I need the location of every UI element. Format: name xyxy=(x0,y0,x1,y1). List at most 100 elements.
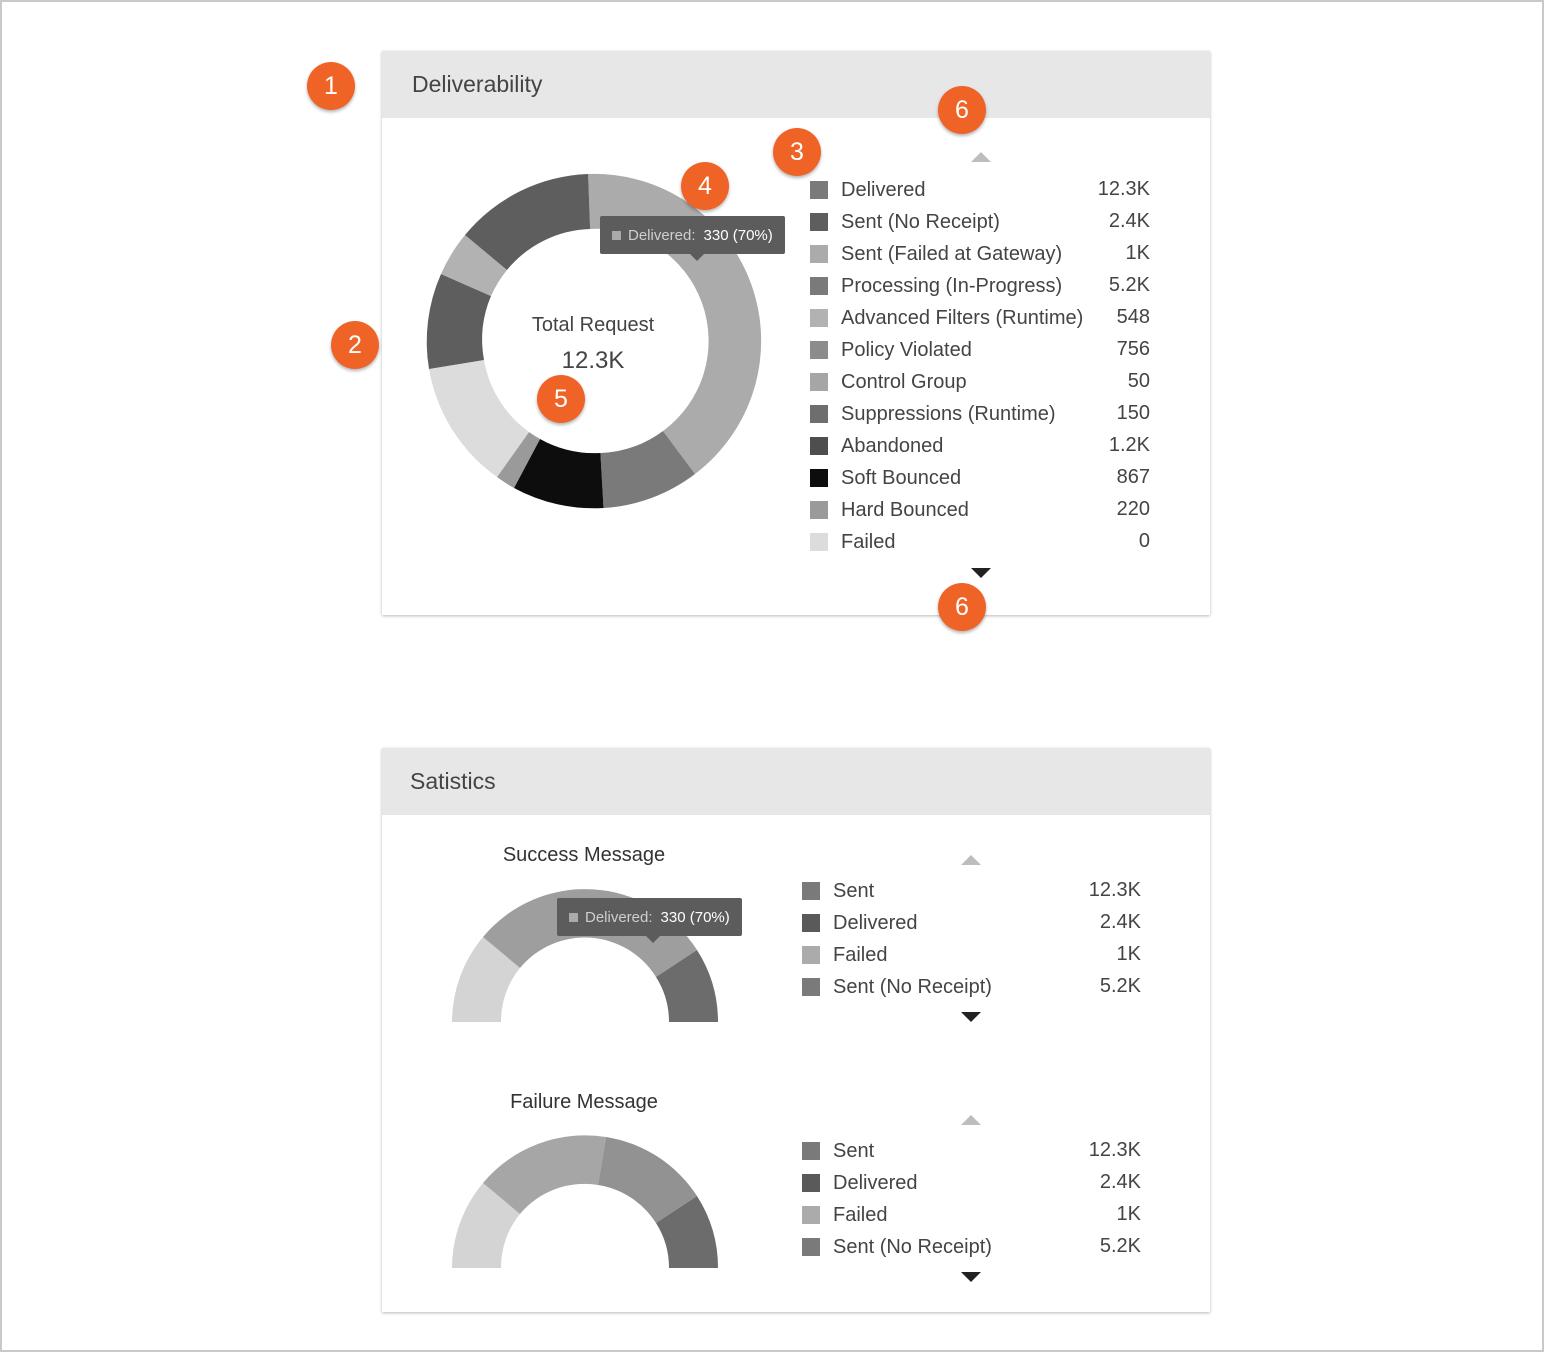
tooltip-label: Delivered: xyxy=(585,908,653,926)
legend-label: Delivered xyxy=(841,178,926,201)
legend-swatch xyxy=(802,1142,820,1160)
card-header: Satistics xyxy=(382,748,1210,815)
legend-item[interactable]: Advanced Filters (Runtime) xyxy=(810,302,1083,334)
legend-value: 0 xyxy=(1138,530,1150,552)
legend-scroll-down-icon[interactable] xyxy=(961,1012,981,1022)
legend-value: 12.3K xyxy=(1097,178,1150,200)
legend-label: Delivered xyxy=(833,911,918,934)
legend-label: Sent (No Receipt) xyxy=(833,975,992,998)
annotation-badge: 1 xyxy=(307,62,355,110)
legend-label: Suppressions (Runtime) xyxy=(841,402,1056,425)
legend-swatch xyxy=(810,437,828,455)
legend-label: Sent (No Receipt) xyxy=(841,210,1000,233)
deliverability-donut xyxy=(426,173,762,509)
legend-item[interactable]: Failed xyxy=(802,1199,887,1231)
legend-label: Sent xyxy=(833,879,875,902)
legend-item[interactable]: Abandoned xyxy=(810,430,943,462)
legend-value: 2.4K xyxy=(1099,1171,1141,1193)
legend-value: 12.3K xyxy=(1088,1139,1141,1161)
legend-value: 5.2K xyxy=(1099,975,1141,997)
legend-value: 1K xyxy=(1116,943,1141,965)
legend-swatch xyxy=(810,213,828,231)
legend-swatch xyxy=(802,1206,820,1224)
legend-item[interactable]: Delivered xyxy=(802,1167,917,1199)
legend-swatch xyxy=(810,501,828,519)
legend-swatch xyxy=(810,181,828,199)
legend-item[interactable]: Sent (No Receipt) xyxy=(810,206,1000,238)
legend-value: 220 xyxy=(1116,498,1150,520)
legend-label: Abandoned xyxy=(841,434,944,457)
legend-label: Processing (In-Progress) xyxy=(841,274,1063,297)
legend-value: 150 xyxy=(1116,402,1150,424)
failure-chart-title: Failure Message xyxy=(510,1091,658,1113)
legend-label: Soft Bounced xyxy=(841,466,962,489)
annotation-badge: 2 xyxy=(331,321,379,369)
legend-label: Failed xyxy=(841,530,896,553)
legend-item[interactable]: Policy Violated xyxy=(810,334,972,366)
legend-item[interactable]: Failed xyxy=(810,526,895,558)
legend-value: 867 xyxy=(1116,466,1150,488)
annotation-badge: 6 xyxy=(938,86,986,134)
total-request-label: Total Request xyxy=(531,314,655,336)
annotation-badge: 6 xyxy=(938,583,986,631)
legend-label: Failed xyxy=(833,943,888,966)
legend-scroll-up-icon[interactable] xyxy=(961,1115,981,1125)
legend-item[interactable]: Control Group xyxy=(810,366,967,398)
legend-scroll-up-icon[interactable] xyxy=(971,152,991,162)
legend-value: 1K xyxy=(1116,1203,1141,1225)
legend-swatch xyxy=(802,914,820,932)
annotation-badge: 3 xyxy=(773,128,821,176)
legend-swatch xyxy=(802,882,820,900)
legend-swatch xyxy=(802,978,820,996)
legend-value: 2.4K xyxy=(1099,911,1141,933)
card-title: Deliverability xyxy=(412,71,543,97)
legend-swatch xyxy=(810,373,828,391)
legend-item[interactable]: Processing (In-Progress) xyxy=(810,270,1062,302)
legend-swatch xyxy=(810,245,828,263)
legend-item[interactable]: Sent xyxy=(802,1135,874,1167)
statistics-card: Satistics Success Message Delivered: 330… xyxy=(382,748,1210,1312)
legend-item[interactable]: Suppressions (Runtime) xyxy=(810,398,1056,430)
legend-scroll-down-icon[interactable] xyxy=(971,568,991,578)
legend-label: Sent (Failed at Gateway) xyxy=(841,242,1063,265)
legend-value: 50 xyxy=(1127,370,1150,392)
legend-swatch xyxy=(802,946,820,964)
card-header: Deliverability xyxy=(382,51,1210,118)
legend-item[interactable]: Sent (No Receipt) xyxy=(802,1231,992,1263)
legend-swatch xyxy=(802,1174,820,1192)
legend-value: 12.3K xyxy=(1088,879,1141,901)
legend-item[interactable]: Hard Bounced xyxy=(810,494,969,526)
legend-value: 1.2K xyxy=(1108,434,1150,456)
chart-tooltip: Delivered: 330 (70%) xyxy=(557,898,742,943)
card-title: Satistics xyxy=(410,768,496,794)
legend-scroll-up-icon[interactable] xyxy=(961,855,981,865)
tooltip-swatch xyxy=(612,230,621,240)
legend-value: 1K xyxy=(1125,242,1150,264)
legend-scroll-down-icon[interactable] xyxy=(961,1272,981,1282)
tooltip-value: 330 (70%) xyxy=(703,226,773,244)
legend-item[interactable]: Soft Bounced xyxy=(810,462,961,494)
legend-item[interactable]: Sent (No Receipt) xyxy=(802,971,992,1003)
tooltip-value: 330 (70%) xyxy=(660,908,730,926)
legend-swatch xyxy=(802,1238,820,1256)
legend-label: Advanced Filters (Runtime) xyxy=(841,306,1084,329)
failure-gauge xyxy=(452,1135,719,1268)
legend-value: 2.4K xyxy=(1108,210,1150,232)
legend-swatch xyxy=(810,533,828,551)
legend-swatch xyxy=(810,341,828,359)
legend-value: 756 xyxy=(1116,338,1150,360)
legend-label: Hard Bounced xyxy=(841,498,969,521)
legend-label: Failed xyxy=(833,1203,888,1226)
legend-label: Control Group xyxy=(841,370,967,393)
legend-item[interactable]: Delivered xyxy=(810,174,925,206)
legend-value: 5.2K xyxy=(1108,274,1150,296)
annotation-badge: 4 xyxy=(681,162,729,210)
legend-value: 548 xyxy=(1116,306,1150,328)
legend-item[interactable]: Delivered xyxy=(802,907,917,939)
legend-item[interactable]: Sent xyxy=(802,875,874,907)
tooltip-swatch xyxy=(569,912,578,922)
legend-item[interactable]: Failed xyxy=(802,939,887,971)
legend-label: Sent (No Receipt) xyxy=(833,1235,992,1258)
legend-label: Sent xyxy=(833,1139,875,1162)
legend-item[interactable]: Sent (Failed at Gateway) xyxy=(810,238,1062,270)
